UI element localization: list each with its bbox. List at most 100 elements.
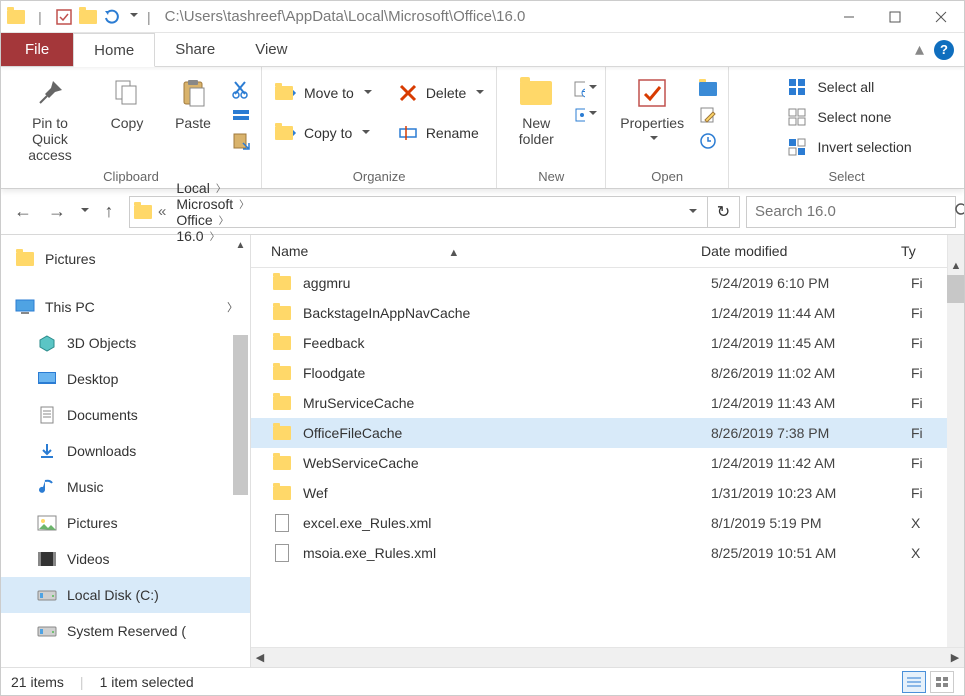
list-scrollbar-thumb[interactable]	[947, 275, 964, 303]
refresh-button[interactable]: ↻	[708, 196, 740, 228]
minimize-ribbon-icon[interactable]: ▴	[915, 39, 924, 60]
nav-scrollbar-thumb[interactable]	[233, 335, 248, 495]
paste-shortcut-icon[interactable]	[229, 129, 253, 153]
navigation-pane[interactable]: ▲ Pictures This PC〉 3D Objects Desktop Docum…	[1, 235, 251, 667]
nav-item-label: Pictures	[67, 515, 118, 531]
address-dropdown-icon[interactable]	[685, 204, 703, 220]
pin-icon	[32, 75, 68, 111]
copy-label: Copy	[111, 115, 144, 131]
column-date[interactable]: Date modified	[701, 243, 901, 259]
nav-item-icon	[35, 331, 59, 355]
file-row[interactable]: WebServiceCache1/24/2019 11:42 AMFi	[251, 448, 964, 478]
file-row[interactable]: aggmru5/24/2019 6:10 PMFi	[251, 268, 964, 298]
thumbnails-view-button[interactable]	[930, 671, 954, 693]
invert-selection-button[interactable]: Invert selection	[781, 133, 915, 161]
details-view-button[interactable]	[902, 671, 926, 693]
history-icon[interactable]	[696, 129, 720, 153]
cut-icon[interactable]	[229, 77, 253, 101]
ribbon: Pin to Quick access Copy Paste Clipboard	[1, 67, 964, 189]
file-row[interactable]: Wef1/31/2019 10:23 AMFi	[251, 478, 964, 508]
select-all-button[interactable]: Select all	[781, 73, 915, 101]
horizontal-scrollbar[interactable]: ◀ ▶	[251, 647, 964, 667]
up-button[interactable]: ↑	[95, 198, 123, 226]
nav-item-icon	[35, 367, 59, 391]
nav-item[interactable]: Pictures	[1, 241, 250, 277]
properties-icon	[634, 75, 670, 111]
copy-path-icon[interactable]	[229, 103, 253, 127]
nav-item[interactable]: 3D Objects	[1, 325, 250, 361]
undo-qat-icon[interactable]	[103, 8, 121, 26]
close-button[interactable]	[918, 1, 964, 33]
rename-button[interactable]: Rename	[392, 119, 488, 147]
copy-to-button[interactable]: Copy to	[270, 119, 376, 147]
help-icon[interactable]: ?	[934, 40, 954, 60]
file-name: WebServiceCache	[303, 455, 711, 471]
list-scroll-up-icon[interactable]: ▲	[947, 235, 964, 275]
search-box[interactable]	[746, 196, 956, 228]
recent-locations-dropdown[interactable]	[77, 198, 89, 226]
new-folder-button[interactable]: New folder	[505, 73, 567, 149]
nav-item[interactable]: Documents	[1, 397, 250, 433]
nav-item[interactable]: System Reserved (	[1, 613, 250, 649]
address-bar[interactable]: « Local〉Microsoft〉Office〉16.0〉	[129, 196, 708, 228]
maximize-button[interactable]	[872, 1, 918, 33]
tab-file[interactable]: File	[1, 33, 73, 66]
address-folder-icon	[134, 203, 152, 221]
forward-button[interactable]: →	[43, 198, 71, 226]
file-row[interactable]: msoia.exe_Rules.xml8/25/2019 10:51 AMX	[251, 538, 964, 568]
column-name[interactable]: Name▲	[271, 243, 701, 259]
column-headers: Name▲ Date modified Ty	[251, 235, 964, 268]
breadcrumb-segment[interactable]: Office〉	[172, 212, 253, 228]
nav-item[interactable]: Downloads	[1, 433, 250, 469]
properties-qat-icon[interactable]	[55, 8, 73, 26]
new-item-icon[interactable]: +	[573, 77, 597, 101]
hscroll-right-icon[interactable]: ▶	[946, 651, 964, 664]
file-row[interactable]: OfficeFileCache8/26/2019 7:38 PMFi	[251, 418, 964, 448]
file-row[interactable]: Floodgate8/26/2019 11:02 AMFi	[251, 358, 964, 388]
file-row[interactable]: BackstageInAppNavCache1/24/2019 11:44 AM…	[251, 298, 964, 328]
nav-item[interactable]: Desktop	[1, 361, 250, 397]
nav-item-label: Documents	[67, 407, 138, 423]
nav-item[interactable]: Local Disk (C:)	[1, 577, 250, 613]
breadcrumb-overflow[interactable]: «	[154, 203, 170, 220]
breadcrumb-segment[interactable]: Local〉	[172, 180, 253, 196]
nav-item[interactable]: Videos	[1, 541, 250, 577]
nav-item[interactable]: Music	[1, 469, 250, 505]
list-scrollbar-track[interactable]	[947, 275, 964, 647]
search-input[interactable]	[755, 203, 954, 220]
back-button[interactable]: ←	[9, 198, 37, 226]
breadcrumb-segment[interactable]: Microsoft〉	[172, 196, 253, 212]
paste-button[interactable]: Paste	[163, 73, 223, 133]
tab-view[interactable]: View	[235, 33, 307, 66]
nav-scroll-up-icon[interactable]: ▲	[233, 237, 248, 253]
copy-icon	[109, 75, 145, 111]
pin-to-quick-access-button[interactable]: Pin to Quick access	[9, 73, 91, 165]
open-icon[interactable]	[696, 77, 720, 101]
file-row[interactable]: excel.exe_Rules.xml8/1/2019 5:19 PMX	[251, 508, 964, 538]
tab-home[interactable]: Home	[73, 33, 155, 67]
group-new: New folder + New	[497, 67, 606, 188]
edit-icon[interactable]	[696, 103, 720, 127]
nav-item-icon	[13, 295, 37, 319]
group-select: Select all Select none Invert selection …	[729, 67, 964, 188]
svg-text:+: +	[582, 83, 585, 98]
new-folder-qat-icon[interactable]	[79, 8, 97, 26]
move-to-button[interactable]: Move to	[270, 79, 376, 107]
select-none-button[interactable]: Select none	[781, 103, 915, 131]
qat-customize-dropdown[interactable]	[127, 8, 137, 26]
delete-button[interactable]: Delete	[392, 79, 488, 107]
file-row[interactable]: MruServiceCache1/24/2019 11:43 AMFi	[251, 388, 964, 418]
copy-button[interactable]: Copy	[97, 73, 157, 133]
invert-selection-icon	[785, 135, 809, 159]
nav-item[interactable]: Pictures	[1, 505, 250, 541]
file-row[interactable]: Feedback1/24/2019 11:45 AMFi	[251, 328, 964, 358]
easy-access-icon[interactable]	[573, 103, 597, 127]
nav-item[interactable]: This PC〉	[1, 289, 250, 325]
minimize-button[interactable]	[826, 1, 872, 33]
nav-item-label: 3D Objects	[67, 335, 136, 351]
properties-button[interactable]: Properties	[614, 73, 690, 149]
new-group-label: New	[538, 165, 564, 186]
tab-share[interactable]: Share	[155, 33, 235, 66]
hscroll-left-icon[interactable]: ◀	[251, 651, 269, 664]
delete-icon	[396, 81, 420, 105]
